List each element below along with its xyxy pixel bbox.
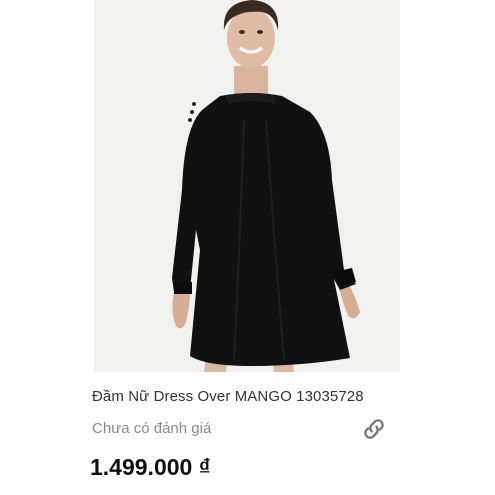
rating-status: Chưa có đánh giá	[92, 420, 212, 437]
link-icon-glyph	[364, 419, 384, 439]
product-price: 1.499.000 ₫	[90, 454, 211, 480]
link-icon[interactable]	[360, 415, 388, 443]
product-image[interactable]	[94, 0, 400, 372]
product-title[interactable]: Đầm Nữ Dress Over MANGO 13035728	[92, 388, 364, 405]
product-card[interactable]: Đầm Nữ Dress Over MANGO 13035728 Chưa có…	[0, 0, 495, 495]
dress-illustration	[94, 0, 400, 372]
